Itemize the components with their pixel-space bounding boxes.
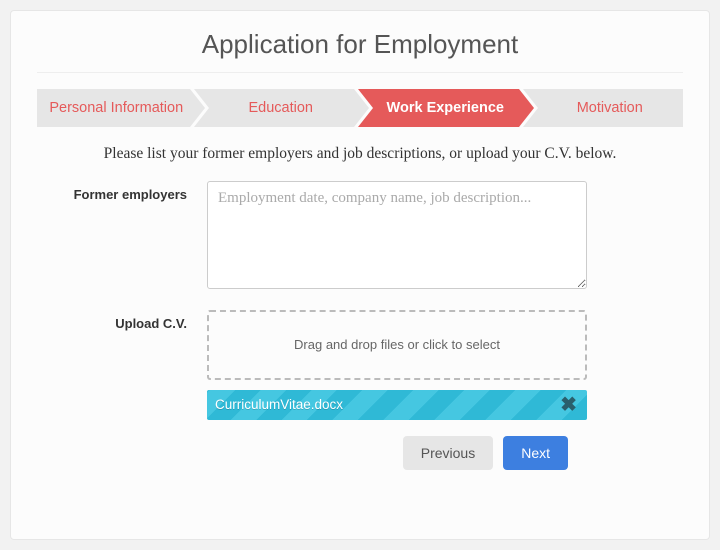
step-label: Motivation: [577, 100, 643, 116]
step-instructions: Please list your former employers and jo…: [77, 143, 643, 165]
application-panel: Application for Employment Personal Info…: [10, 10, 710, 540]
upload-cv-label: Upload C.V.: [37, 310, 207, 420]
dropzone-text: Drag and drop files or click to select: [294, 337, 500, 352]
former-employers-label: Former employers: [37, 181, 207, 294]
page-title: Application for Employment: [37, 29, 683, 73]
cv-dropzone[interactable]: Drag and drop files or click to select: [207, 310, 587, 380]
step-education[interactable]: Education: [194, 89, 355, 127]
nav-buttons: Previous Next: [37, 436, 683, 470]
step-motivation[interactable]: Motivation: [523, 89, 684, 127]
uploaded-file-chip: CurriculumVitae.docx ✖: [207, 390, 587, 420]
form-row-employers: Former employers: [37, 181, 683, 294]
step-label: Personal Information: [49, 100, 183, 116]
uploaded-file-name: CurriculumVitae.docx: [215, 397, 558, 412]
step-work-experience[interactable]: Work Experience: [358, 89, 519, 127]
previous-button[interactable]: Previous: [403, 436, 493, 470]
form-row-upload: Upload C.V. Drag and drop files or click…: [37, 310, 683, 420]
step-label: Education: [249, 100, 314, 116]
step-label: Work Experience: [387, 100, 504, 116]
remove-file-icon[interactable]: ✖: [558, 395, 579, 415]
former-employers-input[interactable]: [207, 181, 587, 289]
step-nav: Personal Information Education Work Expe…: [37, 89, 683, 127]
next-button[interactable]: Next: [503, 436, 568, 470]
step-personal-information[interactable]: Personal Information: [37, 89, 190, 127]
